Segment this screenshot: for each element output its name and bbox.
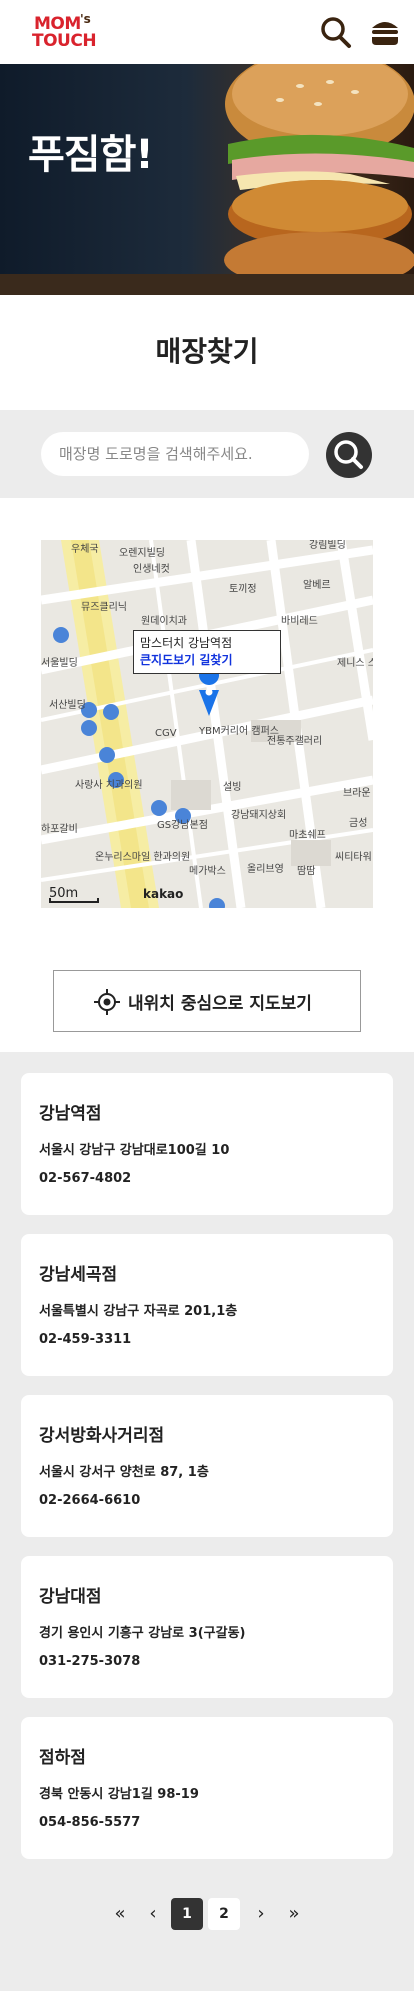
store-card[interactable]: 점하점 경북 안동시 강남1길 98-19 054-856-5577: [21, 1717, 393, 1859]
map-provider-logo[interactable]: kakao: [143, 887, 183, 901]
store-address: 서울시 강서구 양천로 87, 1층: [39, 1465, 209, 1480]
map-label: 강림빌딩: [309, 540, 346, 551]
hero-banner: 푸짐함!: [0, 64, 414, 295]
search-icon: [334, 440, 363, 469]
map-label: 뮤즈클리닉: [81, 601, 127, 613]
prev-page-button[interactable]: ‹: [137, 1898, 169, 1930]
logo-apostrophe: 's: [80, 12, 91, 26]
search-icon[interactable]: [320, 15, 352, 49]
store-phone[interactable]: 031-275-3078: [39, 1654, 140, 1669]
crosshair-icon: [94, 989, 120, 1015]
map-label: 땀땀: [297, 865, 315, 877]
map-label: 바비레드: [281, 615, 318, 627]
store-name: 강남세곡점: [39, 1265, 118, 1285]
map-label: 서울빌딩: [41, 657, 78, 669]
store-phone[interactable]: 02-459-3311: [39, 1332, 131, 1347]
mom-s-touch-logo[interactable]: MOM 's TOUCH: [30, 12, 100, 52]
locate-me-label: 내위치 중심으로 지도보기: [128, 994, 312, 1014]
map-label: 토끼정: [229, 583, 257, 595]
store-phone[interactable]: 02-2664-6610: [39, 1493, 140, 1508]
hero-title: 푸짐함!: [28, 132, 154, 178]
logo-text-line2: TOUCH: [32, 31, 97, 51]
map-label: CGV: [155, 728, 177, 739]
map-label: 올리브영: [247, 863, 284, 875]
map-label: 사랑사 치과의원: [75, 779, 143, 791]
store-card[interactable]: 강남세곡점 서울특별시 강남구 자곡로 201,1층 02-459-3311: [21, 1234, 393, 1376]
store-address: 서울특별시 강남구 자곡로 201,1층: [39, 1304, 238, 1319]
store-card[interactable]: 강남역점 서울시 강남구 강남대로100길 10 02-567-4802: [21, 1073, 393, 1215]
store-address: 경기 용인시 기흥구 강남로 3(구갈동): [39, 1626, 246, 1641]
page-2-button[interactable]: 2: [208, 1898, 240, 1930]
map-label: 제니스 스튜디오: [337, 657, 373, 669]
map-label: 서산빌딩: [49, 699, 86, 711]
map-label: 마초쉐프: [289, 829, 326, 841]
next-page-button[interactable]: ›: [245, 1898, 277, 1930]
store-card[interactable]: 강남대점 경기 용인시 기흥구 강남로 3(구갈동) 031-275-3078: [21, 1556, 393, 1698]
store-card[interactable]: 강서방화사거리점 서울시 강서구 양천로 87, 1층 02-2664-6610: [21, 1395, 393, 1537]
map-label: 인생네컷: [133, 563, 170, 575]
pagination: « ‹ 1 2 › »: [0, 1898, 414, 1932]
store-address: 경북 안동시 강남1길 98-19: [39, 1787, 199, 1802]
store-name: 강서방화사거리점: [39, 1426, 165, 1446]
store-address: 서울시 강남구 강남대로100길 10: [39, 1143, 230, 1158]
store-search-button[interactable]: [326, 432, 372, 478]
store-search-input[interactable]: [41, 432, 309, 476]
site-header: MOM 's TOUCH: [0, 0, 414, 64]
locate-me-button[interactable]: 내위치 중심으로 지도보기: [53, 970, 361, 1032]
map-label: 금성: [349, 817, 367, 829]
map-label: 오렌지빌딩: [119, 547, 165, 559]
map-scale-bar: [49, 898, 99, 903]
page-1-button[interactable]: 1: [171, 1898, 203, 1930]
map-label: 알베르: [303, 579, 331, 591]
store-info-popup: 맘스터치 강남역점 큰지도보기 길찾기: [133, 630, 281, 674]
store-phone[interactable]: 02-567-4802: [39, 1171, 131, 1186]
store-search-bar: [0, 410, 414, 498]
map-label: 강남돼지상회: [231, 809, 286, 821]
popup-map-link[interactable]: 큰지도보기 길찾기: [140, 652, 274, 669]
map-tiles: 우체국 오렌지빌딩 인생네컷 토끼정 강림빌딩 알베르 뮤즈클리닉 원데이치과 …: [41, 540, 373, 908]
store-name: 강남역점: [39, 1104, 102, 1124]
last-page-button[interactable]: »: [278, 1898, 310, 1930]
map-label: 우체국: [71, 543, 99, 555]
store-name: 점하점: [39, 1748, 86, 1768]
map-label: 브라운: [343, 787, 371, 799]
map-label: 온누리스마일 한과의원: [95, 851, 190, 863]
map-label: 메가박스: [189, 865, 226, 877]
map-label: GS강남본점: [157, 819, 208, 831]
popup-store-name: 맘스터치 강남역점: [140, 636, 233, 650]
map-label: 하포갈비: [41, 822, 78, 835]
map-label: 전통주갤러리: [267, 735, 322, 747]
map-label: 설빙: [223, 781, 241, 793]
store-name: 강남대점: [39, 1587, 102, 1607]
map-label: 원데이치과: [141, 615, 187, 627]
page-title: 매장찾기: [155, 335, 259, 368]
store-map[interactable]: 우체국 오렌지빌딩 인생네컷 토끼정 강림빌딩 알베르 뮤즈클리닉 원데이치과 …: [41, 540, 373, 908]
hamburger-menu-icon[interactable]: [370, 17, 400, 47]
map-label: 씨티타워: [335, 850, 372, 863]
store-phone[interactable]: 054-856-5577: [39, 1815, 140, 1830]
first-page-button[interactable]: «: [104, 1898, 136, 1930]
